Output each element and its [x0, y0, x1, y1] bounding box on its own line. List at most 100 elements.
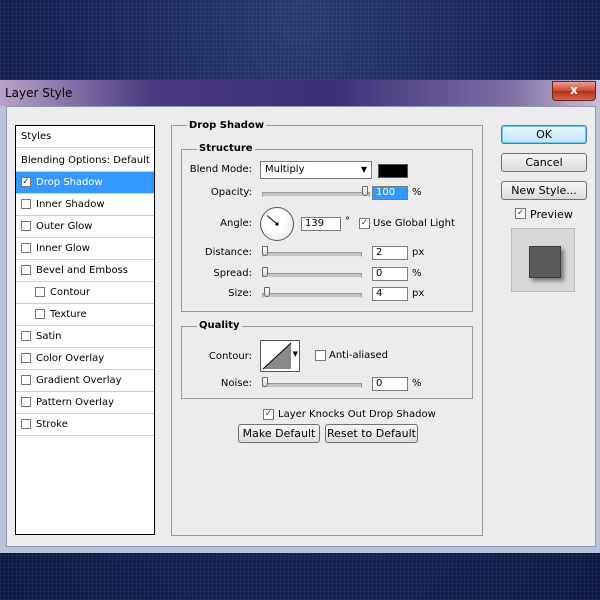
sidebar-item-checkbox[interactable] — [21, 353, 31, 363]
spread-slider[interactable] — [262, 273, 362, 278]
opacity-label: Opacity: — [210, 187, 252, 198]
size-unit: px — [412, 288, 425, 299]
sidebar-item-checkbox[interactable]: ✓ — [21, 177, 31, 187]
angle-dial-needle — [266, 215, 279, 226]
contour-label: Contour: — [208, 351, 252, 362]
blend-mode-value: Multiply — [265, 164, 305, 175]
distance-slider[interactable] — [262, 252, 362, 257]
noise-input[interactable]: 0 — [372, 377, 408, 391]
preview-square — [529, 246, 561, 278]
chevron-down-icon: ▼ — [292, 350, 298, 358]
sidebar-item-checkbox[interactable] — [21, 265, 31, 275]
dialog-client: Styles Blending Options: Default ✓ Drop Sh… — [6, 106, 596, 547]
knocks-out-label: Layer Knocks Out Drop Shadow — [278, 409, 436, 420]
quality-title: Quality — [197, 320, 242, 331]
quality-group: Quality Contour: ▼ Anti-aliased Noise: 0… — [181, 320, 473, 399]
sidebar-item-label: Blending Options: Default — [21, 155, 150, 166]
angle-label: Angle: — [220, 218, 252, 229]
sidebar-item-label: Contour — [50, 287, 90, 298]
sidebar-item[interactable]: Texture — [16, 304, 154, 326]
size-input[interactable]: 4 — [372, 287, 408, 301]
distance-input[interactable]: 2 — [372, 246, 408, 260]
spread-slider-thumb[interactable] — [262, 267, 268, 277]
distance-unit: px — [412, 247, 425, 258]
sidebar-item-checkbox[interactable] — [21, 331, 31, 341]
anti-aliased-label: Anti-aliased — [329, 350, 389, 361]
distance-slider-thumb[interactable] — [262, 246, 268, 256]
sidebar-item-checkbox[interactable] — [21, 397, 31, 407]
size-slider-thumb[interactable] — [263, 287, 270, 297]
sidebar-item-label: Inner Glow — [36, 243, 90, 254]
drop-shadow-title: Drop Shadow — [187, 120, 267, 131]
sidebar-item-checkbox[interactable] — [21, 221, 31, 231]
sidebar-item[interactable]: Stroke — [16, 414, 154, 436]
close-button[interactable]: x — [552, 81, 596, 101]
sidebar-item-label: Gradient Overlay — [36, 375, 122, 386]
structure-group: Structure Blend Mode: Multiply ▼ Opacity… — [181, 143, 473, 312]
sidebar-item[interactable]: Inner Glow — [16, 238, 154, 260]
angle-unit: ° — [345, 216, 350, 227]
ok-button[interactable]: OK — [501, 125, 587, 144]
sidebar-item-checkbox[interactable] — [21, 243, 31, 253]
opacity-slider-thumb[interactable] — [362, 186, 368, 196]
styles-header[interactable]: Styles — [16, 126, 154, 148]
use-global-light-checkbox[interactable]: ✓ — [359, 218, 370, 229]
sidebar-item-label: Pattern Overlay — [36, 397, 115, 408]
preview-checkbox[interactable]: ✓ — [515, 208, 526, 219]
noise-slider[interactable] — [262, 383, 362, 388]
sidebar-item-checkbox[interactable] — [35, 287, 45, 297]
sidebar-item-label: Inner Shadow — [36, 199, 105, 210]
sidebar-item[interactable]: Blending Options: Default — [16, 150, 154, 172]
blend-mode-select[interactable]: Multiply ▼ — [260, 161, 372, 179]
knocks-out-checkbox[interactable]: ✓ — [263, 409, 274, 420]
sidebar-item-label: Stroke — [36, 419, 68, 430]
sidebar-item[interactable]: Inner Shadow — [16, 194, 154, 216]
noise-slider-thumb[interactable] — [262, 377, 268, 387]
sidebar-item[interactable]: Color Overlay — [16, 348, 154, 370]
sidebar-item[interactable]: Gradient Overlay — [16, 370, 154, 392]
sidebar-item-label: Drop Shadow — [36, 177, 103, 188]
sidebar-item[interactable]: Pattern Overlay — [16, 392, 154, 414]
preview-thumbnail — [511, 228, 575, 292]
styles-header-label: Styles — [21, 131, 52, 142]
sidebar-item[interactable]: Satin — [16, 326, 154, 348]
contour-picker[interactable]: ▼ — [260, 340, 300, 372]
opacity-unit: % — [412, 187, 422, 198]
opacity-input[interactable]: 100 — [372, 186, 408, 200]
use-global-light-label: Use Global Light — [373, 218, 455, 229]
sidebar-item-checkbox[interactable] — [21, 375, 31, 385]
anti-aliased-checkbox[interactable] — [315, 350, 326, 361]
new-style-button[interactable]: New Style... — [501, 181, 587, 200]
sidebar-item-checkbox[interactable] — [21, 199, 31, 209]
sidebar-item[interactable]: Bevel and Emboss — [16, 260, 154, 282]
title-bar[interactable]: Layer Style x — [0, 80, 600, 106]
sidebar-item-checkbox[interactable] — [21, 419, 31, 429]
drop-shadow-panel: Drop Shadow Structure Blend Mode: Multip… — [171, 120, 483, 536]
cancel-button[interactable]: Cancel — [501, 153, 587, 172]
reset-to-default-button[interactable]: Reset to Default — [325, 424, 418, 443]
spread-input[interactable]: 0 — [372, 267, 408, 281]
size-label: Size: — [228, 288, 252, 299]
sidebar-item-label: Bevel and Emboss — [36, 265, 128, 276]
blend-mode-label: Blend Mode: — [189, 164, 252, 175]
sidebar-item-checkbox[interactable] — [35, 309, 45, 319]
styles-list: Styles Blending Options: Default ✓ Drop Sh… — [15, 125, 155, 535]
size-slider[interactable] — [262, 293, 362, 298]
make-default-button[interactable]: Make Default — [238, 424, 320, 443]
noise-unit: % — [412, 378, 422, 389]
angle-dial[interactable] — [260, 207, 294, 241]
sidebar-item[interactable]: Outer Glow — [16, 216, 154, 238]
sidebar-item-label: Texture — [50, 309, 87, 320]
sidebar-item[interactable]: Contour — [16, 282, 154, 304]
structure-title: Structure — [197, 143, 255, 154]
chevron-down-icon: ▼ — [360, 165, 367, 174]
sidebar-item-label: Outer Glow — [36, 221, 93, 232]
distance-label: Distance: — [204, 247, 252, 258]
sidebar-item[interactable]: ✓ Drop Shadow — [16, 172, 154, 194]
angle-input[interactable]: 139 — [301, 217, 341, 231]
shadow-color-swatch[interactable] — [378, 164, 408, 178]
opacity-slider[interactable] — [262, 192, 370, 197]
layer-style-window: Layer Style x Styles Blending Options: D… — [0, 80, 600, 553]
sidebar-item-label: Color Overlay — [36, 353, 105, 364]
spread-label: Spread: — [213, 268, 252, 279]
